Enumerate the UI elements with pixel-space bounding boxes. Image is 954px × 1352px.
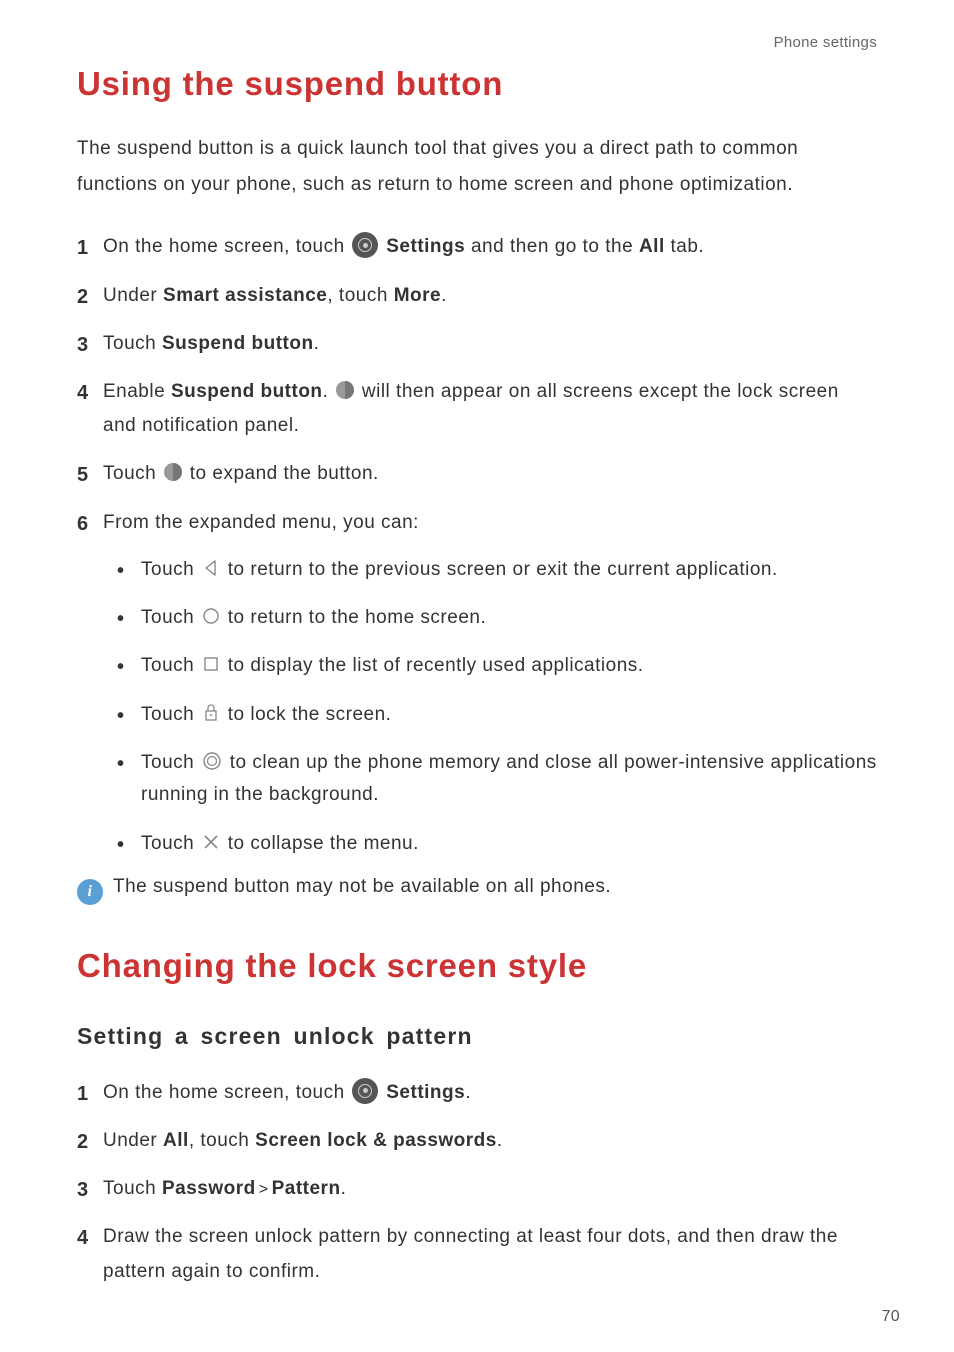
settings-icon xyxy=(352,232,378,258)
close-icon xyxy=(202,833,220,851)
step-text: and then go to the xyxy=(465,236,639,257)
step-1: On the home screen, touch Settings and t… xyxy=(77,230,877,264)
subheading-pattern: Setting a screen unlock pattern xyxy=(77,1023,877,1050)
all-label: All xyxy=(163,1130,189,1151)
note-row: i The suspend button may not be availabl… xyxy=(77,876,877,905)
step-text: , touch xyxy=(327,285,393,306)
all-tab-label: All xyxy=(639,236,665,257)
step-3: Touch Suspend button. xyxy=(77,327,877,361)
smart-assistance-label: Smart assistance xyxy=(163,285,327,306)
bullet-back: Touch to return to the previous screen o… xyxy=(117,554,877,586)
step-text: Under xyxy=(103,285,163,306)
step2-4: Draw the screen unlock pattern by connec… xyxy=(77,1220,877,1288)
step-text: , touch xyxy=(189,1130,255,1151)
bullet-text: Touch xyxy=(141,752,200,773)
page-number: 70 xyxy=(882,1308,900,1326)
breadcrumb: Phone settings xyxy=(77,34,877,51)
suspend-floating-icon xyxy=(336,381,354,399)
bullet-home: Touch to return to the home screen. xyxy=(117,602,877,634)
back-icon xyxy=(202,559,220,577)
settings-label: Settings xyxy=(386,1082,465,1103)
step-text: to expand the button. xyxy=(190,463,379,484)
settings-icon xyxy=(352,1078,378,1104)
step-text: Enable xyxy=(103,381,171,402)
step-text: . xyxy=(497,1130,503,1151)
bullet-text: Touch xyxy=(141,655,200,676)
pattern-label: Pattern xyxy=(272,1178,341,1199)
bullet-text: to lock the screen. xyxy=(228,704,392,725)
bullet-text: Touch xyxy=(141,833,200,854)
intro-paragraph: The suspend button is a quick launch too… xyxy=(77,131,877,202)
more-label: More xyxy=(394,285,441,306)
bullet-text: to collapse the menu. xyxy=(228,833,419,854)
bullet-collapse: Touch to collapse the menu. xyxy=(117,828,877,860)
heading-lockscreen: Changing the lock screen style xyxy=(77,947,877,985)
suspend-floating-icon xyxy=(164,463,182,481)
step-text: . xyxy=(314,333,320,354)
bullet-lock: Touch to lock the screen. xyxy=(117,699,877,731)
step-2: Under Smart assistance, touch More. xyxy=(77,279,877,313)
bullet-clean: Touch to clean up the phone memory and c… xyxy=(117,747,877,812)
step-text: Draw the screen unlock pattern by connec… xyxy=(103,1226,838,1281)
step-text: . xyxy=(341,1178,347,1199)
suspend-button-label: Suspend button xyxy=(171,381,323,402)
password-label: Password xyxy=(162,1178,256,1199)
home-circle-icon xyxy=(202,607,220,625)
lock-icon xyxy=(202,703,220,723)
step-text: From the expanded menu, you can: xyxy=(103,512,419,533)
step-5: Touch to expand the button. xyxy=(77,457,877,491)
cleanup-icon xyxy=(202,751,222,771)
step-text: . xyxy=(465,1082,471,1103)
step-text: On the home screen, touch xyxy=(103,236,350,257)
bullet-recent: Touch to display the list of recently us… xyxy=(117,650,877,682)
step-text: . xyxy=(323,381,335,402)
recent-apps-icon xyxy=(202,655,220,673)
step-text: Touch xyxy=(103,1178,162,1199)
steps-list-2: On the home screen, touch Settings. Unde… xyxy=(77,1076,877,1289)
suspend-button-label: Suspend button xyxy=(162,333,314,354)
step-text: Touch xyxy=(103,333,162,354)
step-6: From the expanded menu, you can: Touch t… xyxy=(77,506,877,860)
step-text: Touch xyxy=(103,463,162,484)
bullet-text: to clean up the phone memory and close a… xyxy=(141,752,877,805)
screenlock-label: Screen lock & passwords xyxy=(255,1130,497,1151)
settings-label: Settings xyxy=(386,236,465,257)
bullet-text: Touch xyxy=(141,607,200,628)
heading-suspend: Using the suspend button xyxy=(77,65,877,103)
step2-3: Touch Password>Pattern. xyxy=(77,1172,877,1206)
steps-list-1: On the home screen, touch Settings and t… xyxy=(77,230,877,859)
step-6-bullets: Touch to return to the previous screen o… xyxy=(117,554,877,860)
step-text: tab. xyxy=(665,236,704,257)
bullet-text: Touch xyxy=(141,704,200,725)
bullet-text: to return to the home screen. xyxy=(228,607,486,628)
bullet-text: to display the list of recently used app… xyxy=(228,655,644,676)
note-text: The suspend button may not be available … xyxy=(113,876,611,898)
chevron-gt: > xyxy=(259,1181,269,1198)
step-text: . xyxy=(441,285,447,306)
step2-1: On the home screen, touch Settings. xyxy=(77,1076,877,1110)
step-text: Under xyxy=(103,1130,163,1151)
step2-2: Under All, touch Screen lock & passwords… xyxy=(77,1124,877,1158)
bullet-text: to return to the previous screen or exit… xyxy=(228,559,778,580)
info-icon: i xyxy=(77,879,103,905)
step-text: On the home screen, touch xyxy=(103,1082,350,1103)
step-4: Enable Suspend button. will then appear … xyxy=(77,375,877,443)
bullet-text: Touch xyxy=(141,559,200,580)
